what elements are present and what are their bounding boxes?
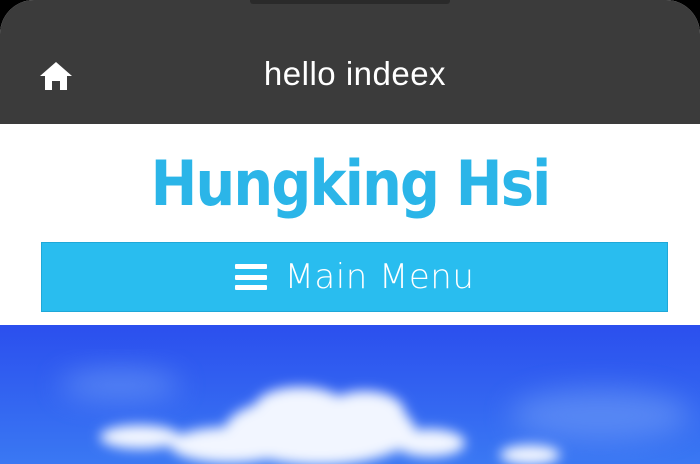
hero-banner bbox=[0, 325, 700, 464]
site-header: Hungking Hsi Main Menu bbox=[0, 124, 700, 325]
app-bar: hello indeex bbox=[0, 0, 700, 124]
app-title: hello indeex bbox=[263, 55, 447, 92]
home-button[interactable] bbox=[34, 54, 78, 98]
main-menu-button[interactable]: Main Menu bbox=[41, 242, 668, 312]
site-title[interactable]: Hungking Hsi bbox=[35, 144, 665, 224]
main-menu-label: Main Menu bbox=[284, 257, 475, 297]
sky-clouds-image bbox=[0, 325, 700, 464]
app-screen: hello indeex Hungking Hsi Main Menu bbox=[0, 0, 700, 464]
device-notch bbox=[250, 0, 450, 4]
home-icon bbox=[40, 62, 72, 90]
hamburger-menu-icon bbox=[234, 264, 267, 290]
